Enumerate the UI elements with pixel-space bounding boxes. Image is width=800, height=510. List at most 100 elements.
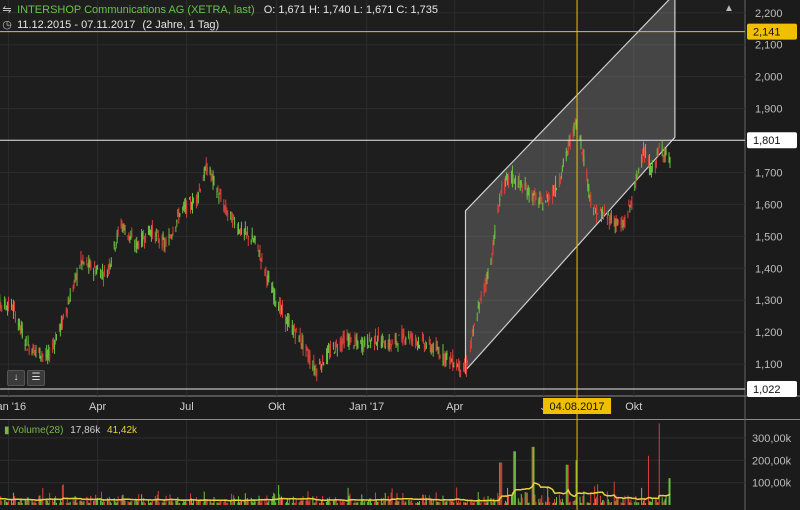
volume-bar bbox=[45, 500, 47, 505]
candle-body bbox=[656, 150, 658, 155]
price-tick-label: 1,200 bbox=[755, 327, 783, 339]
volume-bar bbox=[260, 502, 262, 505]
candle-body bbox=[190, 200, 192, 208]
stack-icon[interactable]: ☰ bbox=[27, 370, 45, 386]
candle-body bbox=[294, 333, 296, 339]
candle-body bbox=[376, 342, 378, 344]
candle-body bbox=[616, 218, 618, 225]
price-tick-label: 1,700 bbox=[755, 167, 783, 179]
time-tick-label: Jan '17 bbox=[349, 401, 384, 413]
volume-bar bbox=[238, 502, 240, 505]
volume-bar bbox=[383, 501, 385, 505]
candle-body bbox=[431, 347, 433, 351]
volume-bar bbox=[613, 481, 615, 505]
candle-body bbox=[342, 334, 344, 339]
volume-bar bbox=[663, 500, 665, 505]
volume-bar bbox=[13, 495, 15, 505]
volume-bar bbox=[416, 503, 418, 505]
volume-bar bbox=[279, 494, 281, 505]
candle-body bbox=[261, 255, 263, 257]
volume-bar bbox=[403, 500, 405, 505]
volume-bar bbox=[364, 501, 366, 505]
candle-body bbox=[177, 212, 179, 214]
candle-body bbox=[354, 336, 356, 341]
volume-bar bbox=[58, 503, 60, 505]
candle-body bbox=[113, 241, 115, 248]
volume-bar bbox=[439, 502, 441, 505]
candle-body bbox=[47, 355, 49, 358]
candle-body bbox=[161, 236, 163, 249]
volume-bar bbox=[353, 502, 355, 505]
candle-body bbox=[555, 188, 557, 190]
volume-bar bbox=[329, 502, 331, 505]
price-label-text: 2,141 bbox=[753, 27, 781, 39]
candle-body bbox=[663, 152, 665, 158]
volume-bar bbox=[587, 502, 589, 505]
candle-body bbox=[328, 349, 330, 352]
volume-bar bbox=[250, 497, 252, 505]
candle-body bbox=[149, 230, 151, 234]
date-range: 11.12.2015 - 07.11.2017 bbox=[17, 19, 136, 31]
candle-body bbox=[7, 306, 9, 312]
volume-bar bbox=[172, 502, 174, 505]
candle-body bbox=[506, 177, 508, 179]
candle-body bbox=[76, 271, 78, 280]
candle-body bbox=[521, 188, 523, 192]
volume-bar bbox=[560, 502, 562, 505]
volume-bar bbox=[176, 500, 178, 505]
candle-body bbox=[423, 344, 425, 349]
candle-body bbox=[437, 350, 439, 353]
candle-body bbox=[504, 180, 506, 192]
volume-bar bbox=[453, 502, 455, 505]
candle-body bbox=[572, 128, 574, 138]
volume-bar bbox=[669, 478, 671, 505]
volume-bar bbox=[373, 501, 375, 505]
volume-bar bbox=[212, 503, 214, 505]
candle-body bbox=[158, 240, 160, 243]
candle-body bbox=[299, 334, 301, 342]
candle-body bbox=[347, 338, 349, 341]
volume-bar bbox=[7, 502, 9, 505]
price-tick-label: 1,100 bbox=[755, 359, 783, 371]
volume-bar bbox=[131, 501, 133, 505]
candle-body bbox=[156, 230, 158, 232]
arrow-down-icon[interactable]: ↓ bbox=[7, 370, 25, 386]
candle-body bbox=[444, 354, 446, 362]
candle-body bbox=[548, 196, 550, 202]
candle-body bbox=[0, 302, 2, 306]
candle-body bbox=[101, 270, 103, 274]
volume-bar bbox=[624, 495, 626, 505]
volume-bar bbox=[616, 499, 618, 505]
scroll-up-icon[interactable]: ▲ bbox=[722, 3, 736, 15]
chart-type-icon[interactable]: ⇋ bbox=[0, 3, 14, 16]
volume-bar bbox=[581, 503, 583, 505]
volume-bar bbox=[449, 500, 451, 505]
volume-bar bbox=[90, 495, 92, 505]
candle-body bbox=[403, 334, 405, 337]
volume-bar bbox=[634, 501, 636, 505]
candle-body bbox=[109, 264, 111, 268]
time-tick-label: Jul bbox=[180, 401, 194, 413]
candle-body bbox=[38, 349, 40, 351]
candle-body bbox=[102, 277, 104, 280]
candle-body bbox=[4, 299, 6, 308]
volume-bar bbox=[539, 502, 541, 505]
volume-bar bbox=[491, 501, 493, 505]
candle-body bbox=[469, 344, 471, 347]
candle-body bbox=[586, 170, 588, 179]
volume-bar bbox=[10, 500, 12, 505]
volume-header: ▮ Volume(28) 17,86k 41,42k bbox=[4, 425, 137, 436]
candle-body bbox=[524, 182, 526, 188]
volume-bar bbox=[568, 502, 570, 505]
candle-body bbox=[349, 337, 351, 345]
candle-body bbox=[458, 363, 460, 369]
volume-bar bbox=[586, 502, 588, 505]
candle-body bbox=[62, 314, 64, 319]
candle-body bbox=[484, 283, 486, 286]
candle-body bbox=[186, 200, 188, 214]
volume-bar bbox=[497, 492, 499, 505]
volume-bar bbox=[34, 501, 36, 505]
volume-bar bbox=[312, 496, 314, 505]
candle-body bbox=[247, 236, 249, 240]
volume-bar bbox=[334, 497, 336, 505]
